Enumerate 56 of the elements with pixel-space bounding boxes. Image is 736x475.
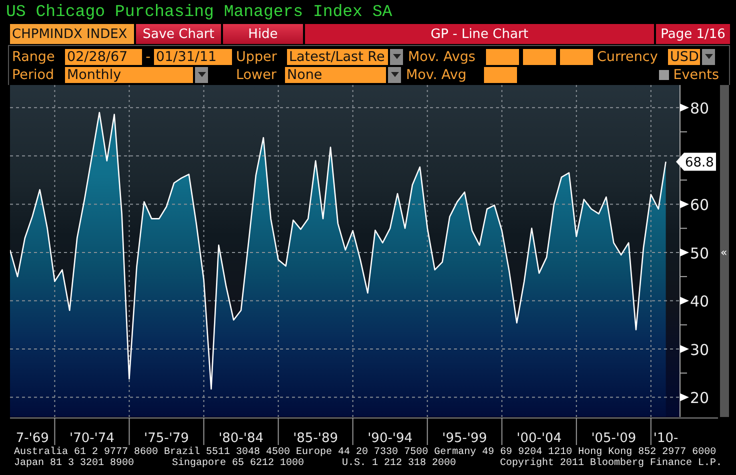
start-date-field[interactable]: 02/28/67	[65, 48, 142, 64]
contact-text: Japan 81 3 3201 8900	[14, 458, 134, 469]
field-label: Mov. Avg	[405, 66, 468, 82]
moving-average-field[interactable]	[484, 66, 517, 82]
page-indicator[interactable]: Page 1/16	[656, 24, 730, 44]
events-checkbox[interactable]	[659, 70, 670, 80]
tick-marker-icon	[680, 344, 689, 353]
period-dropdown[interactable]: Monthly	[65, 66, 193, 82]
field-label: Upper	[235, 48, 278, 64]
collapse-handle-icon[interactable]: «	[720, 246, 728, 259]
axis-label: '85-'89	[293, 431, 338, 445]
upper-dropdown[interactable]: Latest/Last Re	[287, 48, 388, 64]
ticker-field[interactable]: CHPMINDX INDEX	[10, 24, 134, 44]
axis-label: 60	[690, 196, 710, 214]
end-date-field[interactable]: 01/31/11	[154, 48, 232, 64]
currency-dropdown[interactable]: USD	[668, 48, 700, 64]
moving-average-field[interactable]	[560, 48, 593, 64]
moving-average-field[interactable]	[486, 48, 519, 64]
tick-marker-icon	[680, 248, 689, 256]
tick-marker-icon	[680, 104, 689, 112]
axis-label: 30	[690, 340, 710, 359]
axis-label: '00-'04	[516, 431, 562, 445]
axis-label: '75-'79	[144, 431, 189, 445]
side-panel-handle[interactable]	[720, 85, 729, 417]
function-title: GP - Line Chart	[305, 24, 654, 44]
axis-label: '90-'94	[368, 431, 413, 445]
tick-marker-icon	[680, 393, 689, 402]
axis-label: '70-'74	[70, 431, 114, 445]
field-label: Currency	[596, 48, 659, 64]
contact-line: Australia 61 2 9777 8600 Brazil 5511 3048 4500 Europe 44 20 7330 7500 Germany 49 69 9204 1210 Hong Kong 852 2977 6000	[14, 447, 716, 458]
axis-label: 20	[690, 389, 710, 408]
axis-label: 40	[690, 292, 710, 311]
range-separator: -	[144, 48, 152, 64]
toolbar-button[interactable]: Save Chart	[136, 24, 221, 44]
last-value-tag: 68.8	[676, 152, 716, 171]
contact-text: U.S. 1 212 318 2000	[342, 458, 456, 469]
axis-label: '05-'09	[591, 431, 636, 445]
field-label: Mov. Avgs	[407, 48, 476, 64]
axis-label: '80-'84	[218, 431, 264, 445]
axis-label: 7-'69	[16, 431, 49, 445]
lower-dropdown[interactable]: None	[285, 66, 386, 82]
axis-label: 50	[690, 244, 710, 262]
axis-label: '10-	[653, 431, 678, 445]
contact-text: Copyright 2011 Bloomberg Finance L.P.	[500, 458, 722, 469]
tick-marker-icon	[680, 296, 689, 305]
axis-label: 80	[690, 100, 710, 118]
moving-average-field[interactable]	[523, 48, 556, 64]
field-label: Lower	[235, 66, 278, 82]
checkbox-label: Events	[673, 66, 719, 82]
window-title: US Chicago Purchasing Managers Index SA	[6, 1, 392, 23]
axis-label: '95-'99	[442, 431, 488, 445]
contact-text: Singapore 65 6212 1000	[172, 458, 304, 469]
field-label: Period	[12, 66, 56, 82]
toolbar-button[interactable]: Hide	[223, 24, 303, 44]
tick-marker-icon	[680, 200, 689, 208]
field-label: Range	[12, 48, 56, 64]
